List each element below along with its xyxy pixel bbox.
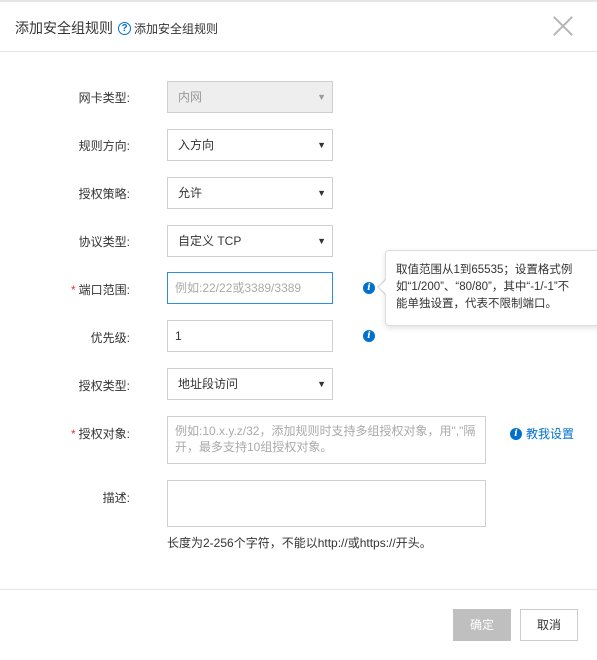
dialog-header: 添加安全组规则 ? 添加安全组规则 [0,2,597,52]
info-icon[interactable]: i [363,330,375,342]
help-setup-label: 教我设置 [526,427,575,441]
confirm-button[interactable]: 确定 [453,609,511,641]
dialog-title: 添加安全组规则 [15,20,113,36]
chevron-down-icon: ▼ [317,188,326,198]
protocol-select[interactable]: 自定义 TCP ▼ [167,225,333,257]
nic-type-select[interactable]: 内网 ▼ [167,81,333,113]
port-range-label: 端口范围: [78,283,130,297]
dialog-title-row: 添加安全组规则 ? 添加安全组规则 [15,18,218,38]
chevron-down-icon: ▼ [317,140,326,150]
required-marker: * [70,427,76,441]
description-label: 描述: [102,491,130,505]
chevron-down-icon: ▼ [317,379,326,389]
auth-object-label-row: * 授权对象: [0,425,130,442]
policy-label: 授权策略: [78,187,130,201]
direction-label: 规则方向: [78,139,130,153]
description-hint: 长度为2-256个字符，不能以http://或https://开头。 [167,536,432,550]
direction-select[interactable]: 入方向 ▼ [167,129,333,161]
info-icon[interactable]: i [363,282,375,294]
help-link[interactable]: 添加安全组规则 [134,20,218,37]
auth-type-label: 授权类型: [78,379,130,393]
auth-type-value: 地址段访问 [178,377,239,391]
policy-value: 允许 [178,186,203,200]
description-textarea[interactable] [167,480,486,527]
auth-object-textarea[interactable] [167,416,486,464]
required-marker: * [70,283,76,297]
cancel-button[interactable]: 取消 [520,609,578,641]
add-security-group-rule-dialog: 添加安全组规则 ? 添加安全组规则 网卡类型: 内网 ▼ 规则方向: 入方向 ▼… [0,0,597,660]
chevron-down-icon: ▼ [317,92,326,102]
auth-type-select[interactable]: 地址段访问 ▼ [167,368,333,400]
direction-value: 入方向 [178,138,215,152]
port-range-tooltip: 取值范围从1到65535；设置格式例 如“1/200”、“80/80”，其中“-… [385,250,597,326]
tooltip-arrow-inner [379,279,387,295]
close-icon[interactable] [552,15,574,37]
policy-select[interactable]: 允许 ▼ [167,177,333,209]
tooltip-line: 能单独设置，代表不限制端口。 [396,298,557,310]
help-setup-link[interactable]: i 教我设置 [510,425,574,442]
protocol-value: 自定义 TCP [178,234,242,248]
priority-input[interactable] [167,320,333,352]
protocol-label: 协议类型: [78,235,130,249]
auth-object-label: 授权对象: [78,427,130,441]
nic-type-label: 网卡类型: [78,91,130,105]
chevron-down-icon: ▼ [317,236,326,246]
priority-label: 优先级: [90,331,130,345]
tooltip-line: 如“1/200”、“80/80”，其中“-1/-1”不 [396,281,570,293]
port-range-input[interactable] [167,272,333,304]
info-icon: i [510,427,522,440]
nic-type-value: 内网 [178,90,203,104]
port-range-label-row: * 端口范围: [0,281,130,298]
help-icon[interactable]: ? [118,21,131,35]
tooltip-line: 取值范围从1到65535；设置格式例 [396,264,573,276]
